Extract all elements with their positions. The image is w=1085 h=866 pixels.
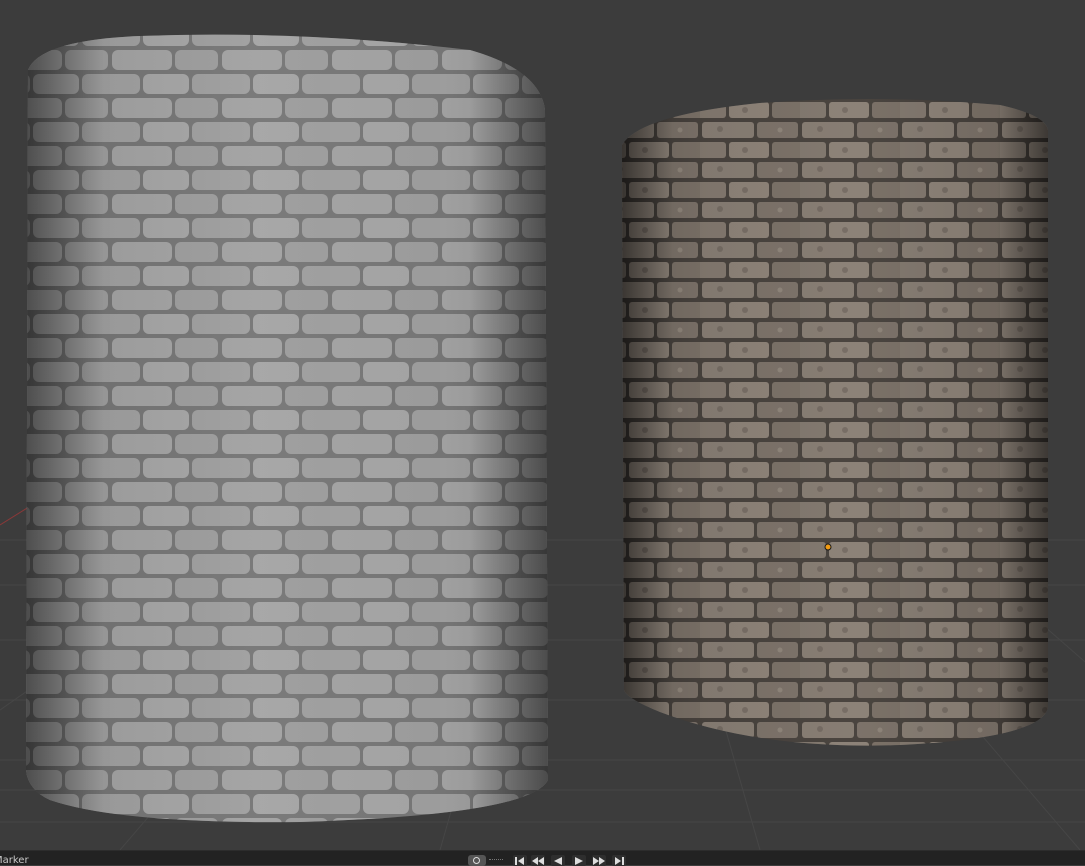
timeline-separator [489,859,503,862]
previous-keyframe-icon [532,856,544,865]
jump-start-icon [515,856,524,865]
play-icon [575,856,583,865]
jump-end-button[interactable] [612,855,626,866]
sculpted-stone-cylinder[interactable] [26,34,548,823]
jump-start-button[interactable] [513,855,527,866]
timeline-view-selector[interactable] [468,855,486,866]
circle-icon [473,857,480,864]
next-keyframe-icon [593,856,605,865]
jump-end-icon [615,856,624,865]
previous-keyframe-button[interactable] [531,855,545,866]
textured-stone-cylinder[interactable] [622,98,1048,746]
3d-viewport[interactable] [0,0,1085,850]
play-reverse-icon [554,856,562,865]
play-reverse-button[interactable] [551,855,565,866]
viewport-canvas[interactable] [0,0,1085,850]
play-button[interactable] [572,855,586,866]
object-origin-icon[interactable] [824,543,832,551]
next-keyframe-button[interactable] [592,855,606,866]
timeline-bar: Marker [0,850,1085,866]
